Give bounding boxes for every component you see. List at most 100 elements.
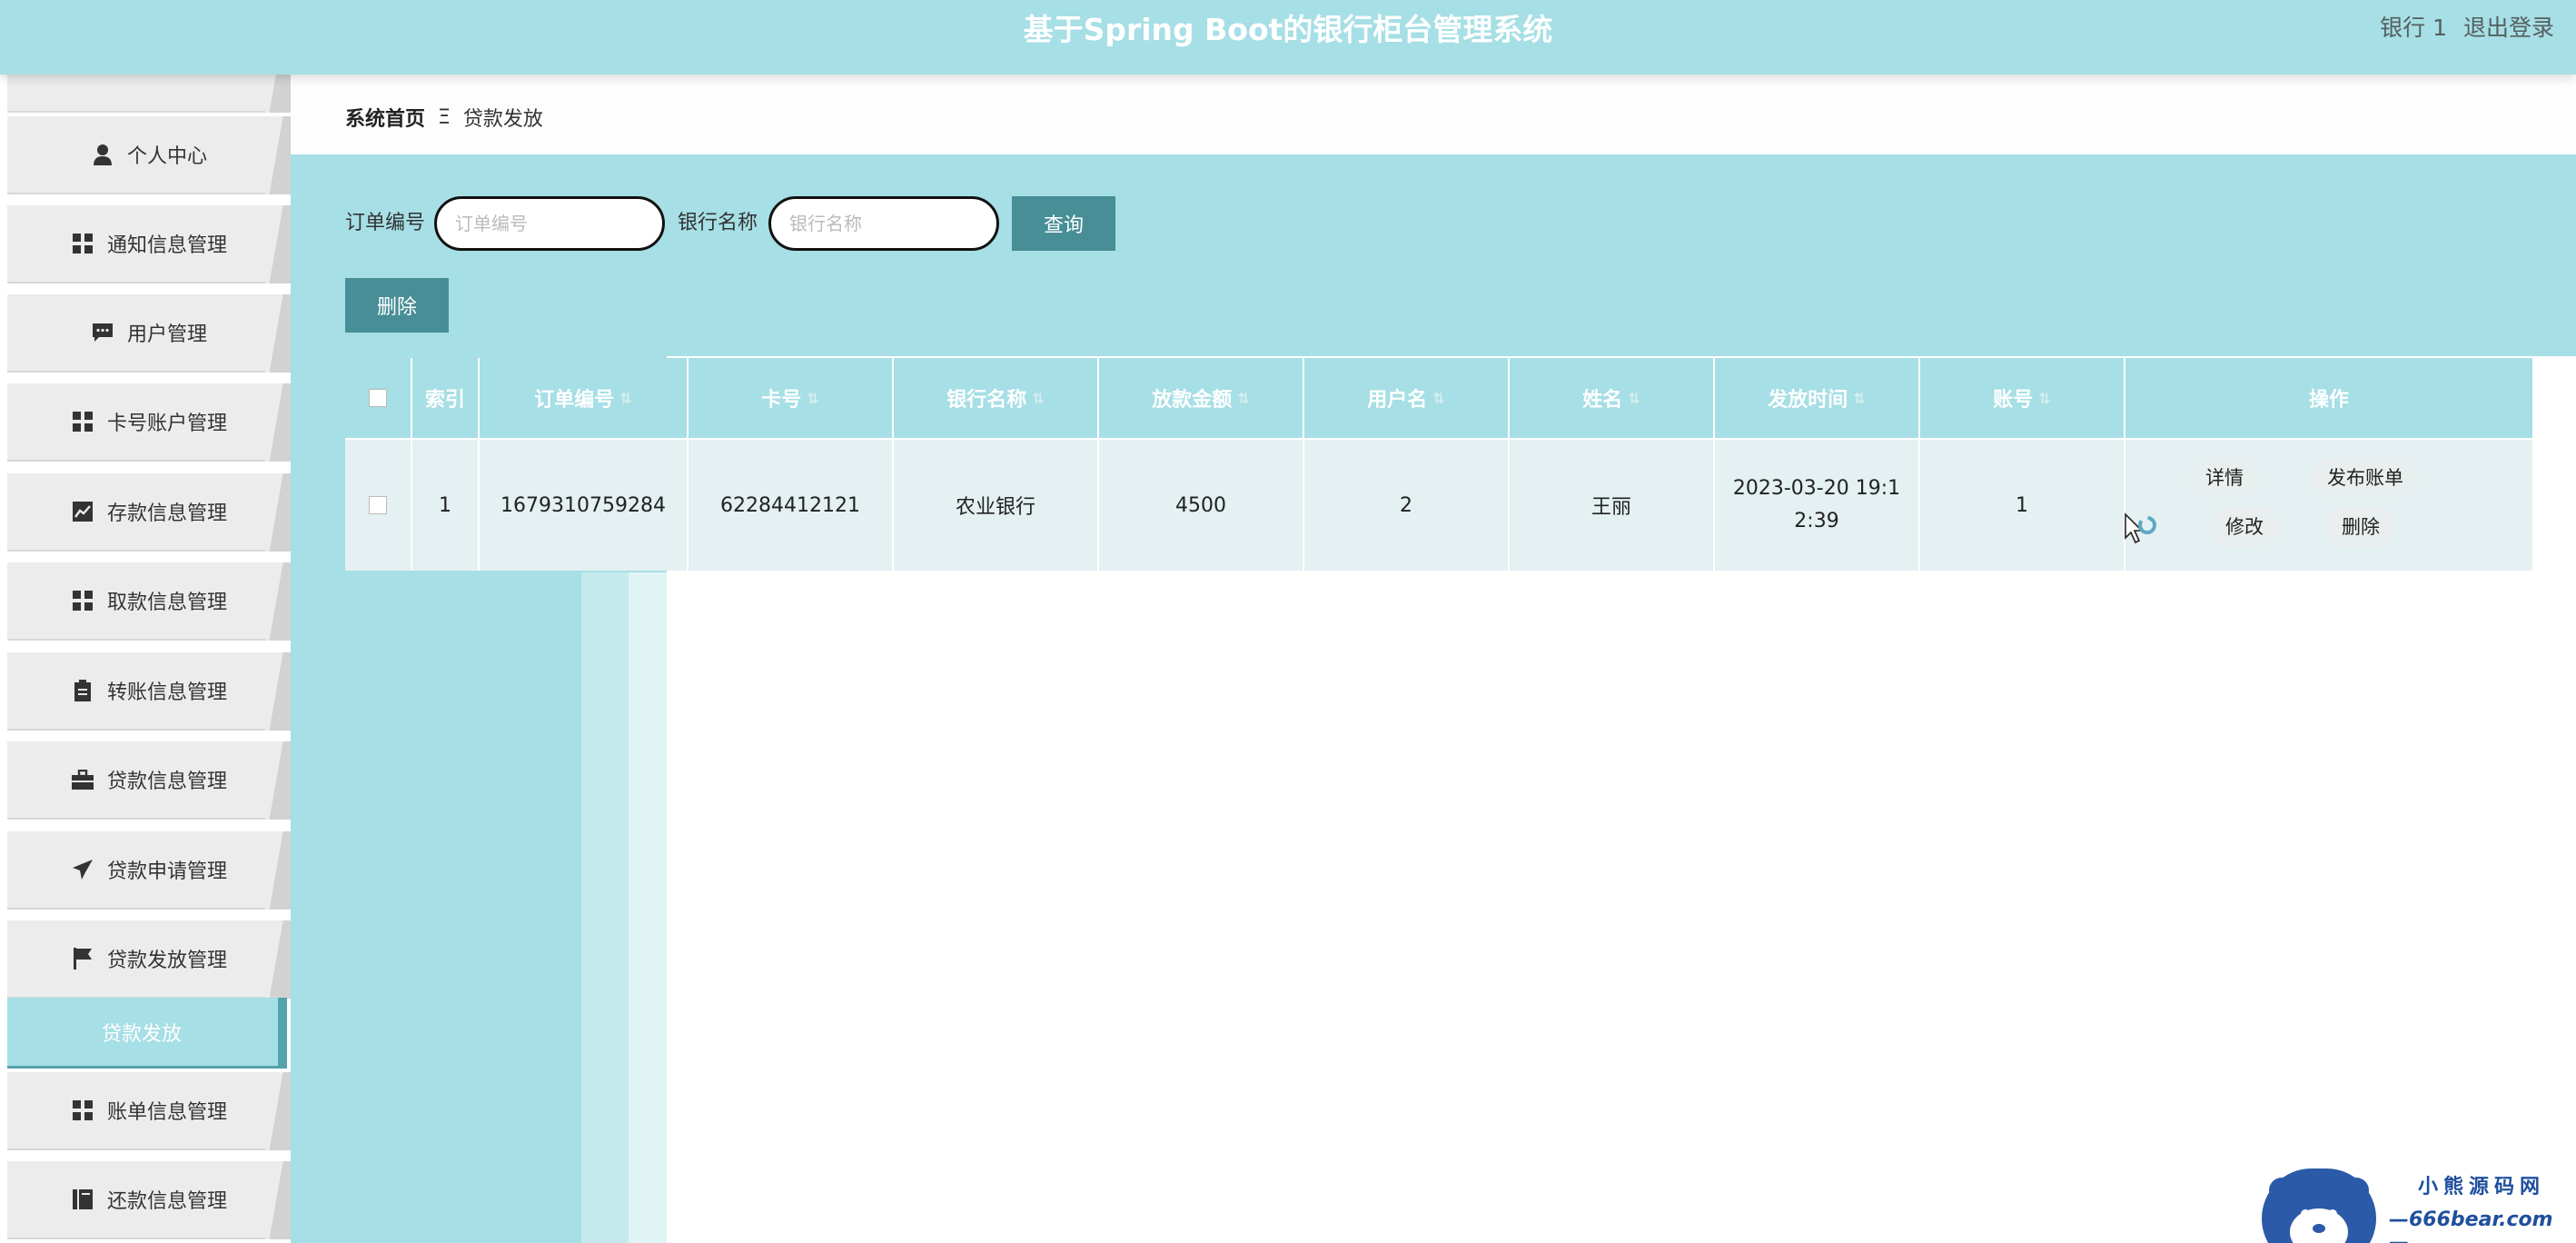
sidebar-item-label: 转账信息管理 [106,681,227,704]
sort-icon[interactable]: ⇅ [1237,390,1249,407]
edit-button[interactable]: 修改 [2209,507,2280,547]
header-order-number[interactable]: 订单编号 ⇅ [480,358,689,440]
grid-icon [71,589,94,612]
sidebar-item-label: 贷款信息管理 [106,771,227,793]
order-number-label: 订单编号 [345,212,426,234]
watermark-url: —666bear.com— [2389,1208,2553,1243]
sidebar-item-profile[interactable]: 个人中心 [7,116,291,194]
publish-bill-button[interactable]: 发布账单 [2311,458,2420,498]
row-select-cell [345,440,412,571]
cell-index: 1 [412,440,480,571]
sidebar-item-users[interactable]: 用户管理 [7,294,291,373]
sidebar-subitem-label: 贷款发放 [102,1022,183,1046]
sidebar-item-withdrawals[interactable]: 取款信息管理 [7,562,291,641]
sidebar-subitem-loan-disbursement[interactable]: 贷款发放 [7,998,287,1069]
sidebar-item-label: 贷款发放管理 [106,950,227,972]
order-number-input[interactable] [434,196,665,251]
sort-icon[interactable]: ⇅ [1032,390,1044,407]
sidebar-item-repayments[interactable]: 还款信息管理 [7,1161,291,1239]
clipboard-icon [71,679,94,702]
header-select-cell [345,358,412,440]
header-disburse-time[interactable]: 发放时间 ⇅ [1715,358,1920,440]
decor-strip [581,572,629,1243]
cell-disburse-time: 2023-03-20 19:12:39 [1715,440,1920,571]
chart-icon [71,500,94,523]
header-card-number[interactable]: 卡号 ⇅ [689,358,894,440]
watermark-title: 小熊源码网 [2418,1176,2546,1198]
sort-icon[interactable]: ⇅ [807,390,818,407]
grid-icon [71,1099,94,1122]
chat-icon [91,321,114,344]
sidebar-item-notice[interactable]: 通知信息管理 [7,205,291,283]
sort-icon[interactable]: ⇅ [1628,390,1640,407]
query-button[interactable]: 查询 [1012,196,1115,251]
cell-card-number: 62284412121 [689,440,894,571]
sidebar-item-label: 存款信息管理 [106,502,227,525]
book-icon [71,1188,94,1211]
sidebar-item-card-accounts[interactable]: 卡号账户管理 [7,383,291,462]
sidebar-item-label: 账单信息管理 [106,1101,227,1124]
sidebar-item-loan-applications[interactable]: 贷款申请管理 [7,831,291,910]
sidebar-item-top-partial[interactable] [7,75,291,113]
sidebar-item-label: 个人中心 [126,145,207,168]
sort-icon[interactable]: ⇅ [2038,390,2050,407]
decor-strip [629,572,667,1243]
sidebar-item-bills[interactable]: 账单信息管理 [7,1072,291,1150]
app-header: 基于Spring Boot的银行柜台管理系统 银行 1 退出登录 [0,0,2576,75]
header-account[interactable]: 账号 ⇅ [1920,358,2125,440]
delete-button[interactable]: 删除 [2325,507,2396,547]
user-icon [91,143,114,166]
sort-icon[interactable]: ⇅ [1853,390,1865,407]
table-row: 1 1679310759284 62284412121 农业银行 4500 2 … [345,440,2532,571]
header-loan-amount[interactable]: 放款金额 ⇅ [1099,358,1304,440]
briefcase-icon [71,768,94,791]
sidebar-item-label: 通知信息管理 [106,234,227,257]
sidebar-item-deposits[interactable]: 存款信息管理 [7,473,291,552]
breadcrumb-home[interactable]: 系统首页 [345,103,425,132]
sidebar-item-label: 贷款申请管理 [106,860,227,883]
cell-loan-amount: 4500 [1099,440,1304,571]
sidebar: 个人中心 通知信息管理 用户管理 卡号账户管理 存款信息管理 取款信息管理 转账… [0,75,291,1243]
loan-disbursement-table: 索引 订单编号 ⇅ 卡号 ⇅ 银行名称 ⇅ 放款金额 ⇅ 用户名 ⇅ 姓名 ⇅ 发放时间 ⇅ … [345,358,2532,571]
sidebar-item-label: 用户管理 [126,323,207,346]
header-index: 索引 [412,358,480,440]
row-checkbox[interactable] [369,496,387,514]
sort-icon[interactable]: ⇅ [619,390,631,407]
select-all-checkbox[interactable] [369,389,387,407]
bear-logo-icon [2262,1168,2376,1243]
batch-delete-button[interactable]: 删除 [345,278,449,333]
detail-button[interactable]: 详情 [2189,458,2260,498]
bank-name-label: 银行名称 [678,212,758,234]
disburse-time-text: 2023-03-20 19:12:39 [1732,477,1901,532]
breadcrumb-separator: Ξ [438,105,451,129]
sidebar-item-loan-disbursement[interactable]: 贷款发放管理 [7,920,291,999]
flag-icon [71,947,94,970]
username-label: 银行 1 [2380,15,2448,41]
cell-account: 1 [1920,440,2125,571]
breadcrumb: 系统首页 Ξ 贷款发放 [291,80,2576,154]
bank-name-input[interactable] [768,196,999,251]
header-username[interactable]: 用户名 ⇅ [1304,358,1510,440]
grid-icon [71,410,94,433]
sidebar-item-loans[interactable]: 贷款信息管理 [7,741,291,820]
cell-username: 2 [1304,440,1510,571]
action-group: 详情 发布账单 修改 删除 [2125,440,2532,571]
table-header-row: 索引 订单编号 ⇅ 卡号 ⇅ 银行名称 ⇅ 放款金额 ⇅ 用户名 ⇅ 姓名 ⇅ 发放时间 ⇅ … [345,358,2532,440]
cell-bank-name: 农业银行 [894,440,1099,571]
watermark: 小熊源码网 —666bear.com— [2262,1163,2571,1243]
sort-icon[interactable]: ⇅ [1432,390,1444,407]
header-name[interactable]: 姓名 ⇅ [1510,358,1715,440]
cell-name: 王丽 [1510,440,1715,571]
header-actions: 操作 [2125,358,2532,440]
logout-link[interactable]: 退出登录 [2463,15,2554,41]
mouse-cursor-icon [2125,512,2156,544]
grid-icon [71,232,94,255]
send-icon [71,858,94,881]
breadcrumb-current: 贷款发放 [462,108,543,131]
sidebar-item-label: 卡号账户管理 [106,413,227,435]
header-bank-name[interactable]: 银行名称 ⇅ [894,358,1099,440]
cell-order-number: 1679310759284 [480,440,689,571]
user-area: 银行 1 退出登录 [2371,0,2554,60]
sidebar-item-transfers[interactable]: 转账信息管理 [7,652,291,731]
app-title: 基于Spring Boot的银行柜台管理系统 [1023,12,1553,47]
